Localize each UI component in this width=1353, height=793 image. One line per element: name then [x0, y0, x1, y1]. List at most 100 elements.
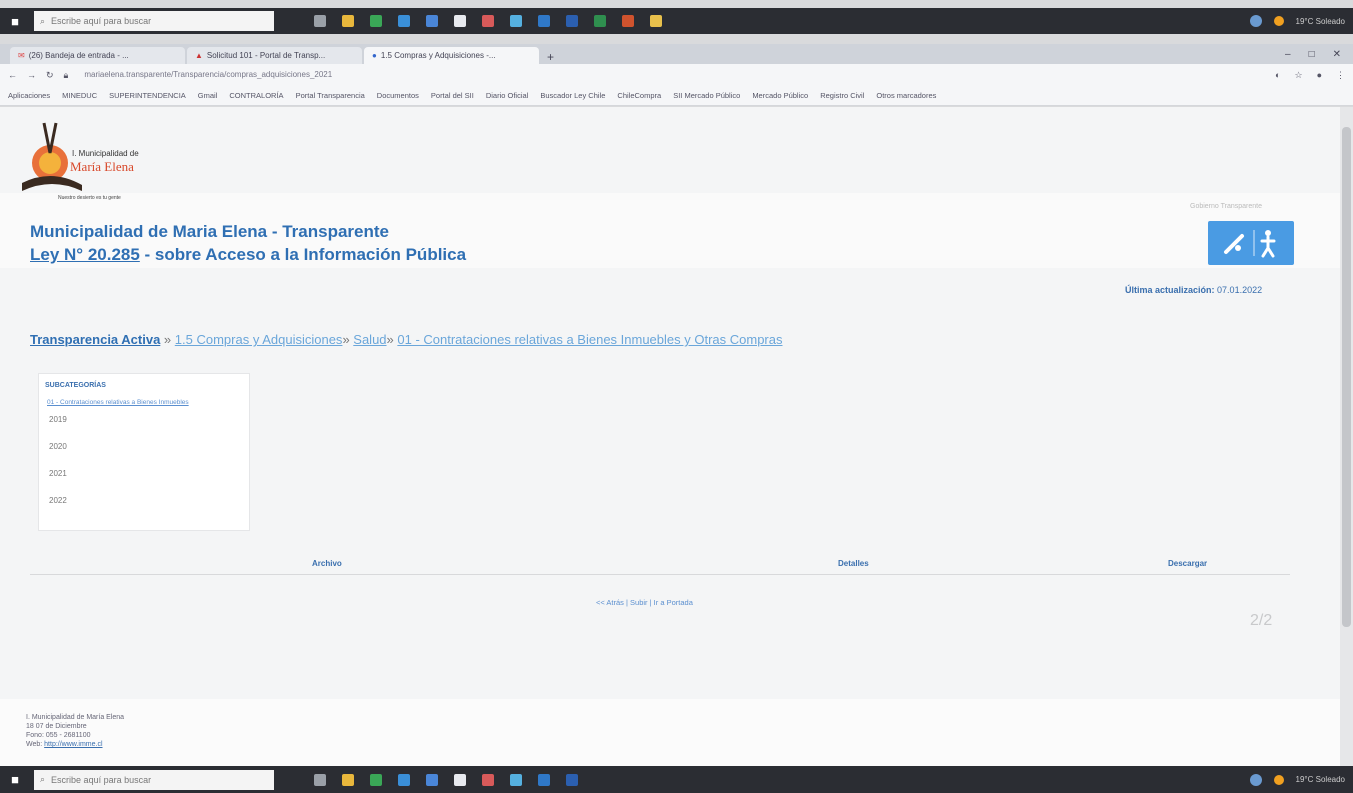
- chrome-icon[interactable]: [370, 773, 382, 786]
- column-detalles: Detalles: [838, 559, 869, 568]
- profile-icon[interactable]: ●: [1317, 70, 1322, 81]
- folder-icon[interactable]: [650, 15, 662, 27]
- windows-start-icon[interactable]: ■: [0, 8, 30, 34]
- bookmark-item[interactable]: CONTRALORÍA: [229, 91, 283, 100]
- bookmark-item[interactable]: Documentos: [377, 91, 419, 100]
- close-icon[interactable]: ✕: [1333, 49, 1341, 60]
- outlook-icon[interactable]: [538, 773, 550, 786]
- breadcrumb-sep: »: [342, 332, 354, 347]
- photos-icon[interactable]: [510, 15, 522, 27]
- site-icon: ▲: [195, 51, 203, 60]
- year-item[interactable]: 2021: [39, 460, 249, 487]
- weather-icon: [1273, 774, 1284, 785]
- bookmark-item[interactable]: MINEDUC: [62, 91, 97, 100]
- edge-icon[interactable]: [398, 15, 410, 27]
- gobierno-transparente-link[interactable]: Gobierno Transparente: [1190, 203, 1262, 210]
- search-icon: ⌕: [40, 774, 46, 784]
- bookmark-item[interactable]: Aplicaciones: [8, 91, 50, 100]
- phone-icon[interactable]: [454, 773, 466, 786]
- subcategory-link[interactable]: 01 - Contrataciones relativas a Bienes I…: [39, 389, 249, 406]
- column-descargar: Descargar: [1168, 559, 1208, 568]
- tab-label: 1.5 Compras y Adquisiciones -...: [380, 51, 496, 60]
- paint-icon[interactable]: [482, 773, 494, 786]
- store-icon[interactable]: [426, 15, 438, 27]
- page-scrollbar[interactable]: [1340, 107, 1353, 766]
- subcategory-panel: SUBCATEGORÍAS 01 - Contrataciones relati…: [38, 373, 250, 531]
- store-icon[interactable]: [426, 773, 438, 786]
- bookmark-item[interactable]: Portal del SII: [431, 91, 474, 100]
- browser-tab[interactable]: ▲ Solicitud 101 - Portal de Transp...: [187, 47, 362, 64]
- footer-web-link[interactable]: http://www.imme.cl: [44, 741, 102, 748]
- word-icon[interactable]: [566, 773, 578, 786]
- web-page: I. Municipalidad de María Elena Nuestro …: [0, 107, 1340, 766]
- page-title: Municipalidad de Maria Elena - Transpare…: [30, 222, 389, 241]
- taskbar-search-input[interactable]: ⌕ Escribe aquí para buscar: [34, 11, 274, 31]
- scrollbar-thumb[interactable]: [1342, 127, 1351, 627]
- bookmark-item[interactable]: Portal Transparencia: [296, 91, 365, 100]
- paint-icon[interactable]: [482, 15, 494, 27]
- chrome-icon[interactable]: [370, 15, 382, 27]
- windows-start-icon[interactable]: ■: [0, 766, 30, 793]
- browser-tab-active[interactable]: ● 1.5 Compras y Adquisiciones -...: [364, 47, 539, 64]
- maximize-icon[interactable]: □: [1309, 49, 1315, 60]
- subcategory-heading: SUBCATEGORÍAS: [45, 382, 106, 389]
- edge-icon[interactable]: [398, 773, 410, 786]
- new-tab-button[interactable]: +: [541, 50, 560, 64]
- chrome-profile-icon[interactable]: [1249, 15, 1262, 27]
- accessibility-button[interactable]: [1208, 221, 1294, 265]
- breadcrumb-contrataciones[interactable]: 01 - Contrataciones relativas a Bienes I…: [397, 332, 782, 347]
- weather-label[interactable]: 19°C Soleado: [1296, 17, 1345, 26]
- bookmark-item[interactable]: Buscador Ley Chile: [540, 91, 605, 100]
- footer-line: Fono: 055 - 2681100: [26, 732, 91, 739]
- file-explorer-icon[interactable]: [342, 15, 354, 27]
- breadcrumb-transparencia-activa[interactable]: Transparencia Activa: [30, 332, 160, 347]
- excel-icon[interactable]: [594, 15, 606, 27]
- bookmark-item[interactable]: ChileCompra: [617, 91, 661, 100]
- municipality-logo[interactable]: I. Municipalidad de María Elena Nuestro …: [22, 113, 187, 205]
- breadcrumb-sep: »: [160, 332, 175, 347]
- outlook-icon[interactable]: [538, 15, 550, 27]
- last-updated-label: Última actualización:: [1125, 285, 1215, 295]
- weather-label[interactable]: 19°C Soleado: [1296, 775, 1345, 784]
- taskbar-search-input[interactable]: ⌕ Escribe aquí para buscar: [34, 769, 274, 790]
- bookmark-item[interactable]: SUPERINTENDENCIA: [109, 91, 186, 100]
- file-explorer-icon[interactable]: [342, 773, 354, 786]
- word-icon[interactable]: [566, 15, 578, 27]
- powerpoint-icon[interactable]: [622, 15, 634, 27]
- bookmark-item[interactable]: Otros marcadores: [876, 91, 936, 100]
- faint-page-mark: 2/2: [1250, 612, 1273, 629]
- year-item[interactable]: 2020: [39, 433, 249, 460]
- last-updated-date: 07.01.2022: [1217, 285, 1263, 295]
- url-input[interactable]: mariaelena.transparente/Transparencia/co…: [78, 67, 498, 83]
- task-view-icon[interactable]: [314, 773, 326, 786]
- extension-icon[interactable]: ◐: [1275, 70, 1280, 81]
- footer-line: Web: http://www.imme.cl: [26, 740, 124, 749]
- minimize-icon[interactable]: –: [1285, 49, 1291, 60]
- task-view-icon[interactable]: [314, 15, 326, 27]
- bookmark-item[interactable]: Gmail: [198, 91, 218, 100]
- menu-icon[interactable]: ⋮: [1336, 70, 1345, 81]
- taskbar-tray: 19°C Soleado: [1249, 773, 1353, 786]
- breadcrumb-compras[interactable]: 1.5 Compras y Adquisiciones: [175, 332, 343, 347]
- chrome-profile-icon[interactable]: [1249, 773, 1262, 786]
- phone-icon[interactable]: [454, 15, 466, 27]
- photos-icon[interactable]: [510, 773, 522, 786]
- bookmark-item[interactable]: Diario Oficial: [486, 91, 529, 100]
- back-icon[interactable]: ←: [8, 70, 17, 80]
- year-item[interactable]: 2019: [39, 406, 249, 433]
- forward-icon[interactable]: →: [27, 70, 36, 80]
- bookmarks-bar: Aplicaciones MINEDUC SUPERINTENDENCIA Gmail…: [0, 86, 1353, 106]
- year-item[interactable]: 2022: [39, 487, 249, 514]
- reload-icon[interactable]: ↻: [46, 70, 54, 81]
- browser-tab[interactable]: ✉ (26) Bandeja de entrada - ...: [10, 47, 185, 64]
- breadcrumb-salud[interactable]: Salud: [353, 332, 386, 347]
- bookmark-item[interactable]: Mercado Público: [752, 91, 808, 100]
- taskbar-bottom: ■ ⌕ Escribe aquí para buscar 19°C Solead…: [0, 766, 1353, 793]
- last-updated: Última actualización: 07.01.2022: [1125, 285, 1262, 295]
- bookmark-item[interactable]: Registro Civil: [820, 91, 864, 100]
- star-icon[interactable]: ☆: [1294, 70, 1302, 81]
- taskbar-top: ■ ⌕ Escribe aquí para buscar 19°C Solead…: [0, 8, 1353, 34]
- law-link[interactable]: Ley N° 20.285: [30, 245, 140, 264]
- page-navigation[interactable]: << Atrás | Subir | Ir a Portada: [596, 598, 693, 607]
- bookmark-item[interactable]: SII Mercado Público: [673, 91, 740, 100]
